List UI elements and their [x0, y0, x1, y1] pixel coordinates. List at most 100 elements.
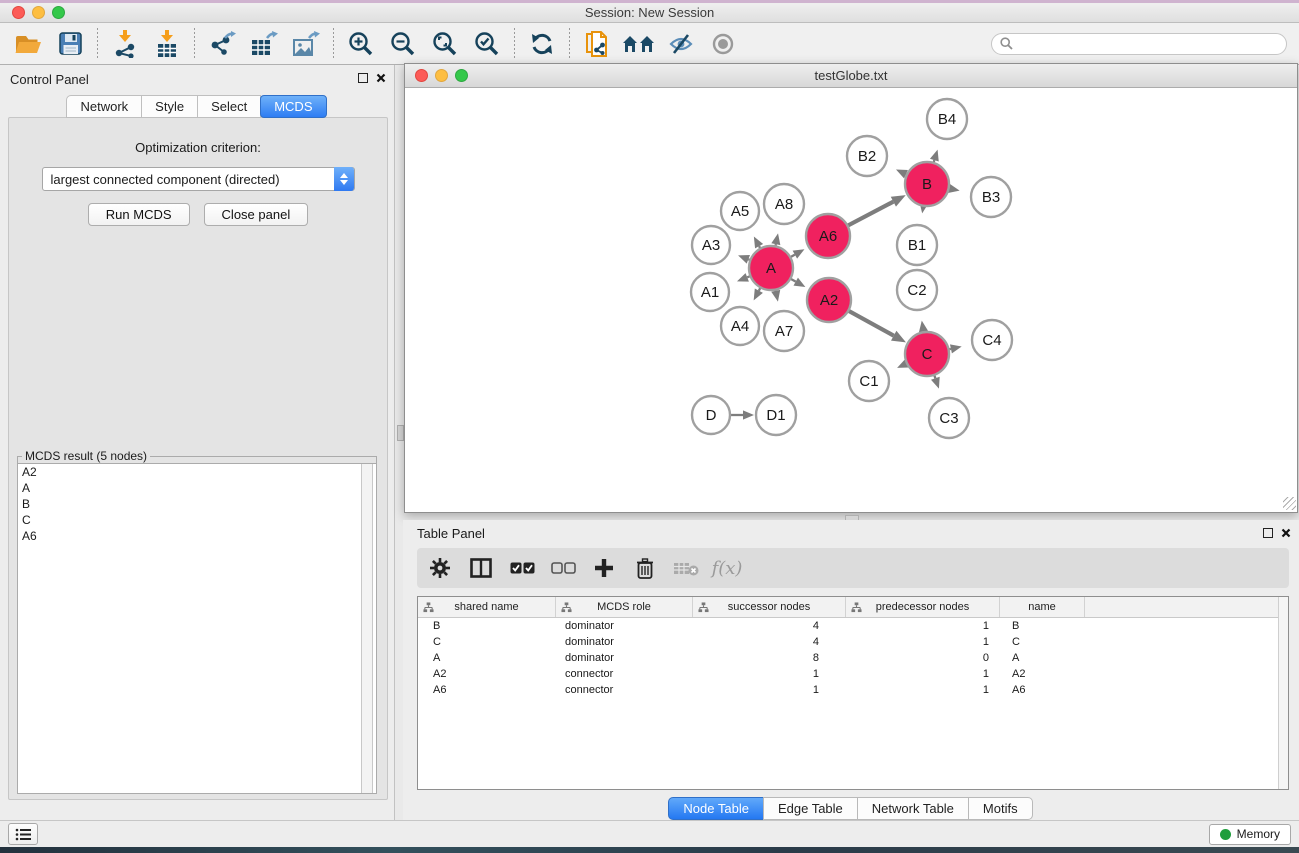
delete-table-button[interactable]: [673, 555, 699, 581]
result-item[interactable]: B: [18, 496, 376, 512]
cell[interactable]: A2: [1000, 666, 1085, 682]
export-network-button[interactable]: [202, 27, 242, 61]
table-settings-button[interactable]: [427, 555, 453, 581]
export-table-button[interactable]: [244, 27, 284, 61]
window-resize-grip[interactable]: [1283, 497, 1296, 510]
select-all-columns-button[interactable]: [509, 555, 535, 581]
task-history-button[interactable]: [8, 823, 38, 845]
cell[interactable]: dominator: [556, 618, 693, 634]
graph-node-B1[interactable]: B1: [897, 225, 937, 265]
tab-style[interactable]: Style: [141, 95, 198, 118]
search-field[interactable]: [991, 33, 1287, 55]
cell[interactable]: 1: [846, 618, 1000, 634]
create-column-button[interactable]: [591, 555, 617, 581]
cell[interactable]: A6: [1000, 682, 1085, 698]
import-table-button[interactable]: [147, 27, 187, 61]
cell[interactable]: A2: [418, 666, 556, 682]
delete-columns-button[interactable]: [632, 555, 658, 581]
cell[interactable]: 1: [846, 666, 1000, 682]
cell[interactable]: C: [1000, 634, 1085, 650]
cell[interactable]: dominator: [556, 634, 693, 650]
graph-edge-A2-C[interactable]: [847, 310, 906, 343]
table-scrollbar[interactable]: [1278, 597, 1288, 789]
result-item[interactable]: A: [18, 480, 376, 496]
graph-node-B4[interactable]: B4: [927, 99, 967, 139]
hide-details-button[interactable]: [661, 27, 701, 61]
unselect-all-columns-button[interactable]: [550, 555, 576, 581]
graph-node-B[interactable]: B: [905, 162, 949, 206]
save-session-button[interactable]: [50, 27, 90, 61]
cell[interactable]: dominator: [556, 650, 693, 666]
graph-node-A8[interactable]: A8: [764, 184, 804, 224]
graph-node-A[interactable]: A: [749, 246, 793, 290]
graph-node-B2[interactable]: B2: [847, 136, 887, 176]
float-panel-icon[interactable]: [358, 73, 368, 83]
search-input[interactable]: [1018, 37, 1278, 51]
tab-network-table[interactable]: Network Table: [857, 797, 969, 820]
column-header-MCDS-role[interactable]: MCDS role: [556, 597, 693, 617]
graph-node-C1[interactable]: C1: [849, 361, 889, 401]
cell[interactable]: C: [418, 634, 556, 650]
column-header-name[interactable]: name: [1000, 597, 1085, 617]
cell[interactable]: 8: [693, 650, 846, 666]
tab-edge-table[interactable]: Edge Table: [763, 797, 858, 820]
close-panel-icon[interactable]: [376, 73, 386, 83]
zoom-out-button[interactable]: [383, 27, 423, 61]
result-item[interactable]: A2: [18, 464, 376, 480]
table-row[interactable]: Adominator80A: [418, 650, 1288, 666]
function-builder-button[interactable]: f(x): [714, 555, 740, 581]
cell[interactable]: connector: [556, 666, 693, 682]
network-window-titlebar[interactable]: testGlobe.txt: [405, 64, 1297, 88]
zoom-fit-button[interactable]: [425, 27, 465, 61]
cell[interactable]: 1: [846, 634, 1000, 650]
zoom-selected-button[interactable]: [467, 27, 507, 61]
cell[interactable]: 1: [693, 682, 846, 698]
minimize-window-button[interactable]: [32, 6, 45, 19]
graph-node-D[interactable]: D: [692, 396, 730, 434]
network-zoom-button[interactable]: [455, 69, 468, 82]
optimization-select[interactable]: largest connected component (directed): [42, 167, 355, 191]
zoom-in-button[interactable]: [341, 27, 381, 61]
graph-node-C4[interactable]: C4: [972, 320, 1012, 360]
cell[interactable]: A6: [418, 682, 556, 698]
result-item[interactable]: C: [18, 512, 376, 528]
graph-node-A4[interactable]: A4: [721, 307, 759, 345]
cell[interactable]: 1: [693, 666, 846, 682]
table-row[interactable]: A6connector11A6: [418, 682, 1288, 698]
tab-node-table[interactable]: Node Table: [668, 797, 764, 820]
column-header-successor-nodes[interactable]: successor nodes: [693, 597, 846, 617]
network-canvas[interactable]: B4B2BB3A5A8A6A3AB1A1A2C2A4A7C4CC1DD1C3: [405, 88, 1297, 511]
table-row[interactable]: A2connector11A2: [418, 666, 1288, 682]
cell[interactable]: 0: [846, 650, 1000, 666]
tab-motifs[interactable]: Motifs: [968, 797, 1033, 820]
graph-edge-D-D1[interactable]: [728, 410, 754, 419]
cell[interactable]: 4: [693, 618, 846, 634]
float-table-panel-icon[interactable]: [1263, 528, 1273, 538]
tab-mcds[interactable]: MCDS: [260, 95, 326, 118]
memory-button[interactable]: Memory: [1209, 824, 1291, 845]
graph-node-C3[interactable]: C3: [929, 398, 969, 438]
table-row[interactable]: Cdominator41C: [418, 634, 1288, 650]
zoom-window-button[interactable]: [52, 6, 65, 19]
close-window-button[interactable]: [12, 6, 25, 19]
clone-network-button[interactable]: [577, 27, 617, 61]
result-list-scrollbar[interactable]: [361, 464, 373, 793]
graph-node-C2[interactable]: C2: [897, 270, 937, 310]
open-file-button[interactable]: [8, 27, 48, 61]
graph-node-A1[interactable]: A1: [691, 273, 729, 311]
tab-select[interactable]: Select: [197, 95, 261, 118]
graph-node-C[interactable]: C: [905, 332, 949, 376]
graph-node-A5[interactable]: A5: [721, 192, 759, 230]
run-mcds-button[interactable]: Run MCDS: [88, 203, 190, 226]
cell[interactable]: 1: [846, 682, 1000, 698]
graph-node-A2[interactable]: A2: [807, 278, 851, 322]
import-network-button[interactable]: [105, 27, 145, 61]
cell[interactable]: A: [418, 650, 556, 666]
graph-node-A6[interactable]: A6: [806, 214, 850, 258]
result-item[interactable]: A6: [18, 528, 376, 544]
tab-network[interactable]: Network: [66, 95, 142, 118]
column-header-shared-name[interactable]: shared name: [418, 597, 556, 617]
graph-node-D1[interactable]: D1: [756, 395, 796, 435]
graph-node-A7[interactable]: A7: [764, 311, 804, 351]
close-table-panel-icon[interactable]: [1281, 528, 1291, 538]
